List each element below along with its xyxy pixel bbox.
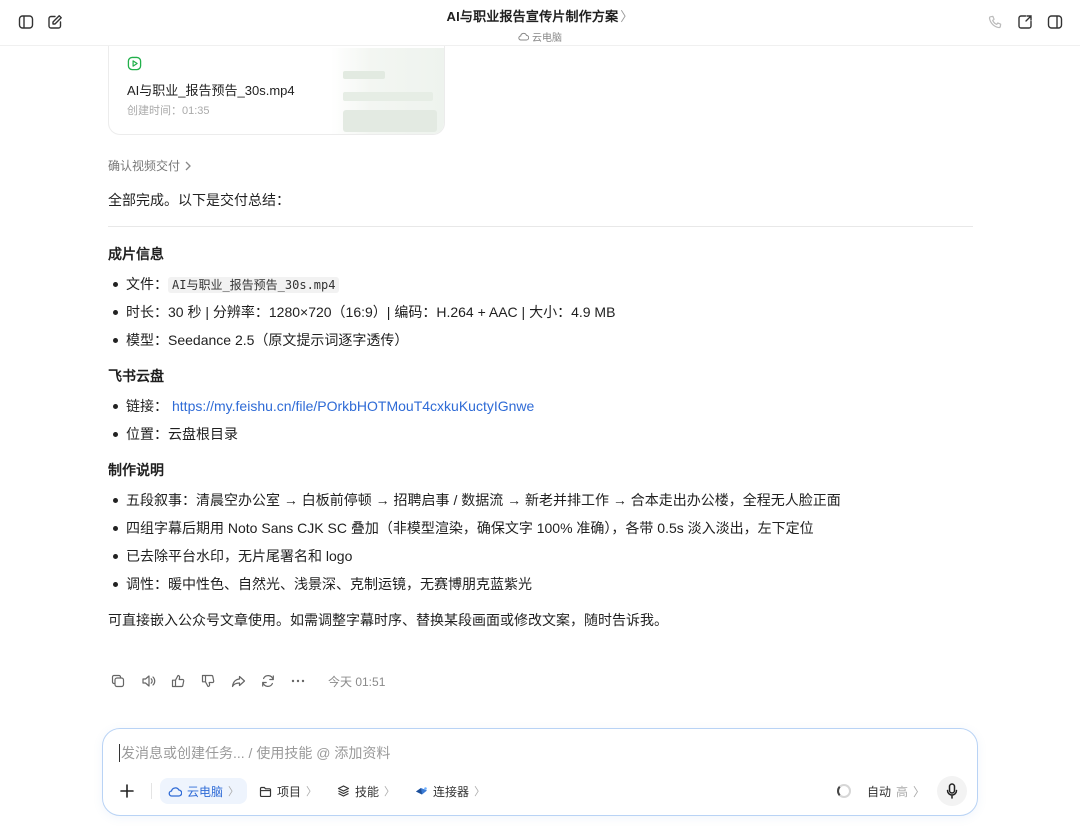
- connector-icon: [416, 787, 428, 795]
- toolbar-divider: [151, 783, 152, 799]
- list-item-label: 链接：: [126, 398, 168, 414]
- list-item: 四组字幕后期用 Noto Sans CJK SC 叠加（非模型渲染，确保文字 1…: [108, 517, 973, 539]
- share-icon[interactable]: [228, 671, 248, 691]
- copy-icon[interactable]: [108, 671, 128, 691]
- chevron-right-icon: 〉: [228, 786, 240, 798]
- voice-input-button[interactable]: [937, 776, 967, 806]
- quality-label: 高: [895, 784, 908, 799]
- list-item: 位置：云盘根目录: [108, 423, 973, 445]
- layers-icon: [337, 785, 350, 797]
- add-attachment-button[interactable]: [115, 779, 139, 803]
- feishu-link[interactable]: https://my.feishu.cn/file/POrkbHOTMouT4c…: [172, 398, 534, 414]
- thumbs-down-icon[interactable]: [198, 671, 218, 691]
- loading-spinner-icon: [836, 784, 851, 798]
- section-heading: 制作说明: [108, 462, 164, 478]
- list-item: 调性：暖中性色、自然光、浅景深、克制运镜，无赛博朋克蓝紫光: [108, 573, 973, 595]
- chevron-right-icon: 〉: [306, 786, 318, 798]
- list-item: 时长：30 秒 | 分辨率：1280×720（16:9）| 编码：H.264 +…: [108, 301, 973, 323]
- chevron-right-icon: 〉: [912, 784, 925, 799]
- video-filename: AI与职业_报告预告_30s.mp4: [127, 83, 295, 98]
- chevron-right-icon: 〉: [474, 786, 486, 798]
- message-input[interactable]: 发消息或创建任务... / 使用技能 @ 添加资料: [119, 744, 390, 762]
- chip-label: 技能: [355, 784, 380, 799]
- video-created-time: 创建时间：01:35: [127, 105, 210, 117]
- section-heading: 成片信息: [108, 246, 164, 262]
- message-lead: 全部完成。以下是交付总结：: [108, 192, 290, 208]
- read-aloud-icon[interactable]: [138, 671, 158, 691]
- phone-icon[interactable]: [985, 12, 1005, 32]
- list-item-label: 文件：: [126, 276, 168, 292]
- message-composer[interactable]: 发消息或创建任务... / 使用技能 @ 添加资料 云电脑 〉 项目 〉 技能 …: [102, 728, 978, 816]
- connectors-chip[interactable]: 连接器 〉: [407, 778, 493, 804]
- list-item: 文件： AI与职业_报告预告_30s.mp4: [108, 273, 973, 295]
- chevron-right-icon: 〉: [384, 786, 396, 798]
- thumbs-up-icon[interactable]: [168, 671, 188, 691]
- confirm-delivery-label: 确认视频交付: [108, 159, 181, 173]
- mode-label: 自动: [866, 784, 891, 799]
- list-item: 链接： https://my.feishu.cn/file/POrkbHOTMou…: [108, 395, 973, 417]
- message-closing: 可直接嵌入公众号文章使用。如需调整字幕时序、替换某段画面或修改文案，随时告诉我。: [108, 612, 668, 628]
- panel-toggle-icon[interactable]: [1045, 12, 1065, 32]
- assistant-message: 全部完成。以下是交付总结： 成片信息 文件： AI与职业_报告预告_30s.mp4…: [108, 189, 973, 631]
- subtitle-text: 云电脑: [532, 33, 562, 44]
- title-text: AI与职业报告宣传片制作方案: [446, 9, 619, 24]
- list-item: 模型：Seedance 2.5（原文提示词逐字透传）: [108, 329, 973, 351]
- chevron-right-icon: 〉: [620, 9, 634, 24]
- mode-selector[interactable]: 自动 高 〉: [867, 783, 925, 800]
- composer-toolbar: 云电脑 〉 项目 〉 技能 〉 连接器 〉 自动 高 〉: [115, 776, 967, 806]
- chip-label: 云电脑: [187, 784, 224, 799]
- list-item: 五段叙事：清晨空办公室 → 白板前停顿 → 招聘启事 / 数据流 → 新老并排工…: [108, 489, 973, 511]
- section-heading: 飞书云盘: [108, 368, 164, 384]
- folder-icon: [259, 786, 272, 797]
- cloud-icon: [518, 32, 529, 41]
- section-list: 链接： https://my.feishu.cn/file/POrkbHOTMou…: [108, 395, 973, 445]
- chip-label: 连接器: [433, 784, 470, 799]
- section-list: 文件： AI与职业_报告预告_30s.mp4 时长：30 秒 | 分辨率：1280…: [108, 273, 973, 351]
- header-title-block: AI与职业报告宣传片制作方案〉 云电脑: [0, 6, 1080, 46]
- share-window-icon[interactable]: [1015, 12, 1035, 32]
- video-thumbnail: [331, 48, 444, 134]
- list-item: 已去除平台水印，无片尾署名和 logo: [108, 545, 973, 567]
- section-list: 五段叙事：清晨空办公室 → 白板前停顿 → 招聘启事 / 数据流 → 新老并排工…: [108, 489, 973, 595]
- project-chip[interactable]: 项目 〉: [251, 778, 325, 804]
- cloud-pc-chip[interactable]: 云电脑 〉: [160, 778, 248, 804]
- subtitle: 云电脑: [518, 29, 562, 44]
- plus-icon: [120, 784, 134, 798]
- chip-label: 项目: [277, 784, 302, 799]
- skills-chip[interactable]: 技能 〉: [329, 778, 403, 804]
- filename-code: AI与职业_报告预告_30s.mp4: [168, 277, 340, 293]
- chevron-right-icon: [185, 161, 191, 170]
- top-bar: AI与职业报告宣传片制作方案〉 云电脑: [0, 0, 1080, 46]
- video-icon: [127, 56, 142, 76]
- message-actions: 今天 01:51: [108, 671, 385, 691]
- confirm-delivery-link[interactable]: 确认视频交付: [108, 157, 192, 174]
- message-timestamp: 今天 01:51: [328, 674, 386, 689]
- cloud-icon: [168, 786, 182, 797]
- more-icon[interactable]: [288, 671, 308, 691]
- page-title[interactable]: AI与职业报告宣传片制作方案〉: [446, 6, 633, 26]
- microphone-icon: [946, 783, 958, 799]
- regenerate-icon[interactable]: [258, 671, 278, 691]
- divider: [108, 226, 973, 227]
